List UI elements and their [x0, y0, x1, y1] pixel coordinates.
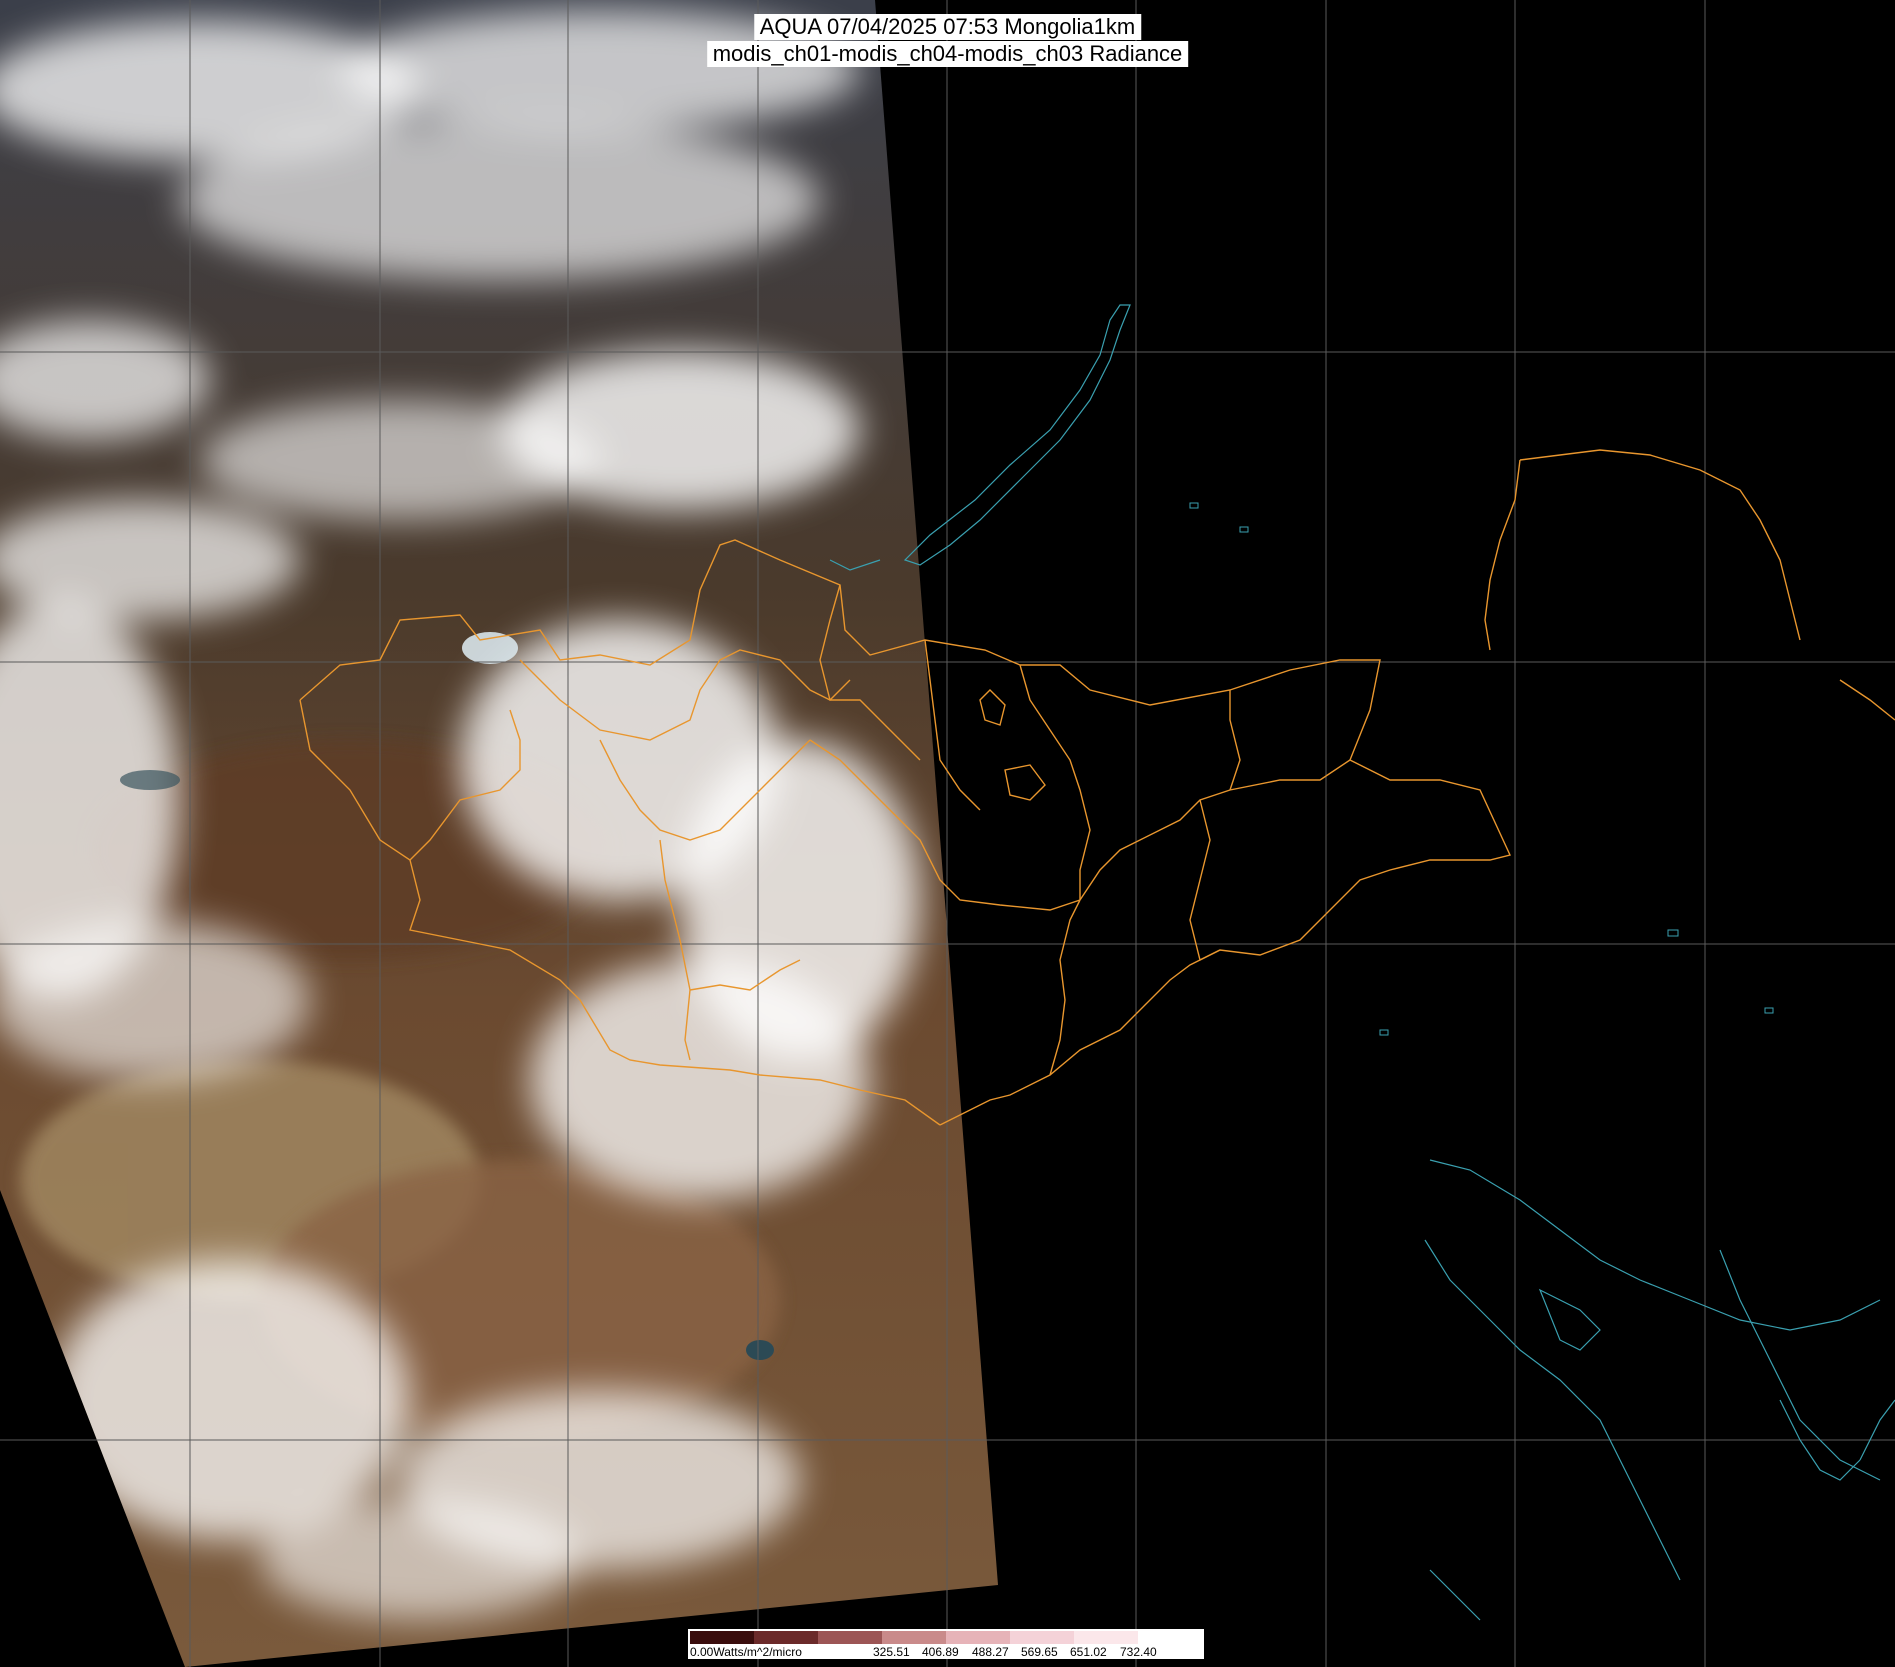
title-line-2: modis_ch01-modis_ch04-modis_ch03 Radianc…: [706, 41, 1189, 67]
legend-tick-label: 732.40: [1120, 1645, 1157, 1659]
legend-tick-label: 488.27: [972, 1645, 1009, 1659]
radiance-legend: 0.00Watts/m^2/micro 325.51 406.89 488.27…: [688, 1629, 1204, 1659]
legend-color-segment: [690, 1631, 754, 1644]
legend-color-segment: [946, 1631, 1010, 1644]
legend-labels: 0.00Watts/m^2/micro 325.51 406.89 488.27…: [688, 1645, 1204, 1659]
legend-tick-label: 651.02: [1070, 1645, 1107, 1659]
legend-color-bar: [690, 1631, 1202, 1644]
legend-unit-label: 0.00Watts/m^2/micro: [690, 1645, 802, 1659]
legend-tick-label: 569.65: [1021, 1645, 1058, 1659]
legend-color-segment: [818, 1631, 882, 1644]
legend-tick-label: 325.51: [873, 1645, 910, 1659]
legend-color-segment: [882, 1631, 946, 1644]
swath-image: [0, 0, 998, 1667]
satellite-image: [0, 0, 1895, 1667]
legend-color-segment: [1010, 1631, 1074, 1644]
legend-tick-label: 406.89: [922, 1645, 959, 1659]
legend-color-segment: [1074, 1631, 1138, 1644]
legend-color-segment: [754, 1631, 818, 1644]
title-line-1: AQUA 07/04/2025 07:53 Mongolia1km: [753, 14, 1142, 40]
legend-color-segment: [1138, 1631, 1202, 1644]
